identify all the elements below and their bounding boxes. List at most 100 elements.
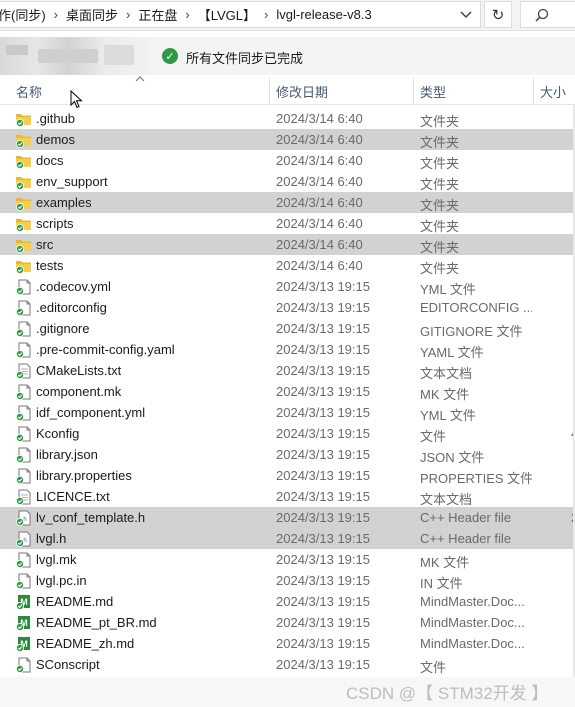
file-row[interactable]: docs 2024/3/14 6:40 文件夹 xyxy=(0,150,575,171)
file-row[interactable]: SConscript 2024/3/13 19:15 文件 xyxy=(0,654,575,675)
file-type: YAML 文件 xyxy=(420,345,484,360)
sort-up-icon xyxy=(135,74,145,84)
file-date: 2024/3/13 19:15 xyxy=(276,510,370,525)
file-type: MindMaster.Doc... xyxy=(420,594,525,609)
breadcrumb-item[interactable]: 作(同步) xyxy=(0,5,52,24)
file-type: 文本文档 xyxy=(420,366,473,381)
file-type: 文件夹 xyxy=(420,219,460,234)
refresh-icon: ↻ xyxy=(491,6,505,24)
file-icon xyxy=(15,552,32,568)
mindmaster-file-icon: M xyxy=(15,594,32,610)
file-row[interactable]: library.properties 2024/3/13 19:15 PROPERT… xyxy=(0,465,575,486)
file-row[interactable]: .github 2024/3/14 6:40 文件夹 xyxy=(0,108,575,129)
file-row[interactable]: env_support 2024/3/14 6:40 文件夹 xyxy=(0,171,575,192)
file-row[interactable]: idf_component.yml 2024/3/13 19:15 YML 文件 xyxy=(0,402,575,423)
file-name: .codecov.yml xyxy=(36,279,111,294)
file-row[interactable]: M README_pt_BR.md 2024/3/13 19:15 MindMaste… xyxy=(0,612,575,633)
file-row[interactable]: Kconfig2024/3/13 19:15文件4 xyxy=(0,423,575,444)
file-type: MK 文件 xyxy=(420,555,470,570)
file-date: 2024/3/13 19:15 xyxy=(276,489,370,504)
file-row[interactable]: scripts 2024/3/14 6:40 文件夹 xyxy=(0,213,575,234)
file-type: JSON 文件 xyxy=(420,450,485,465)
file-row[interactable]: lvgl.mk 2024/3/13 19:15 MK 文件 xyxy=(0,549,575,570)
file-name: component.mk xyxy=(36,384,122,399)
chevron-right-icon[interactable]: › xyxy=(52,7,60,22)
breadcrumb[interactable]: 作(同步) › 桌面同步 › 正在盘 › 【LVGL】 › lvgl-release-v8.3 xyxy=(0,1,481,28)
file-row[interactable]: M README.md 2024/3/13 19:15 MindMaster.Doc.… xyxy=(0,591,575,612)
file-date: 2024/3/14 6:40 xyxy=(276,258,363,273)
column-date[interactable]: 修改日期 xyxy=(276,82,328,101)
watermark: CSDN @【 STM32开发 】 xyxy=(346,684,549,703)
breadcrumb-item[interactable]: 【LVGL】 xyxy=(192,5,262,24)
file-name: README.md xyxy=(36,594,114,609)
file-icon xyxy=(15,321,32,337)
file-row[interactable]: library.json 2024/3/13 19:15 JSON 文件 xyxy=(0,444,575,465)
mindmaster-file-icon: M xyxy=(15,615,32,631)
file-row[interactable]: CMakeLists.txt 2024/3/13 19:15 文本文档 xyxy=(0,360,575,381)
file-row[interactable]: h lvgl.h 2024/3/13 19:15 C++ Header file xyxy=(0,528,575,549)
file-row[interactable]: .gitignore 2024/3/13 19:15 GITIGNORE 文件 xyxy=(0,318,575,339)
column-type[interactable]: 类型 xyxy=(420,82,446,101)
file-row[interactable]: .editorconfig 2024/3/13 19:15 EDITORCONFIG… xyxy=(0,297,575,318)
breadcrumb-item[interactable]: 桌面同步 xyxy=(60,5,124,24)
file-row[interactable]: lvgl.pc.in 2024/3/13 19:15 IN 文件 xyxy=(0,570,575,591)
file-row[interactable]: src 2024/3/14 6:40 文件夹 xyxy=(0,234,575,255)
file-name: SConscript xyxy=(36,657,100,672)
file-row[interactable]: component.mk 2024/3/13 19:15 MK 文件 xyxy=(0,381,575,402)
search-input[interactable] xyxy=(520,1,575,28)
file-row[interactable]: LICENCE.txt 2024/3/13 19:15 文本文档 xyxy=(0,486,575,507)
sync-status-text: 所有文件同步已完成 xyxy=(186,51,304,66)
folder-icon xyxy=(15,258,32,274)
header-file-icon: h xyxy=(15,510,32,526)
column-size[interactable]: 大小 xyxy=(540,82,566,101)
file-name: .gitignore xyxy=(36,321,90,336)
header-file-icon: h xyxy=(15,531,32,547)
file-date: 2024/3/13 19:15 xyxy=(276,342,370,357)
file-date: 2024/3/13 19:15 xyxy=(276,300,370,315)
file-row[interactable]: .pre-commit-config.yaml 2024/3/13 19:15 YA… xyxy=(0,339,575,360)
file-name: lv_conf_template.h xyxy=(36,510,146,525)
file-row[interactable]: M README_zh.md 2024/3/13 19:15 MindMaster.D… xyxy=(0,633,575,654)
chevron-right-icon[interactable]: › xyxy=(183,7,191,22)
file-date: 2024/3/13 19:15 xyxy=(276,405,370,420)
chevron-right-icon[interactable]: › xyxy=(262,7,270,22)
file-type: 文件夹 xyxy=(420,198,460,213)
chevron-down-icon[interactable] xyxy=(457,6,475,24)
file-row[interactable]: tests 2024/3/14 6:40 文件夹 xyxy=(0,255,575,276)
breadcrumb-item[interactable]: lvgl-release-v8.3 xyxy=(270,7,377,22)
file-date: 2024/3/14 6:40 xyxy=(276,153,363,168)
column-name[interactable]: 名称 xyxy=(16,82,42,101)
folder-icon xyxy=(15,132,32,148)
file-name: library.json xyxy=(36,447,98,462)
file-name: tests xyxy=(36,258,64,273)
file-row[interactable]: .codecov.yml 2024/3/13 19:15 YML 文件 xyxy=(0,276,575,297)
file-icon xyxy=(15,468,32,484)
file-type: 文件 xyxy=(420,429,447,444)
sync-banner: ✓ 所有文件同步已完成 xyxy=(0,37,575,75)
file-type: 文件夹 xyxy=(420,135,460,150)
file-name: Kconfig xyxy=(36,426,80,441)
file-type: 文本文档 xyxy=(420,492,473,507)
file-name: examples xyxy=(36,195,92,210)
text-file-icon xyxy=(15,363,32,379)
file-icon xyxy=(15,657,32,673)
file-type: 文件 xyxy=(420,660,447,675)
file-row[interactable]: examples 2024/3/14 6:40 文件夹 xyxy=(0,192,575,213)
file-type: 文件夹 xyxy=(420,114,460,129)
file-icon xyxy=(15,342,32,358)
file-row[interactable]: h lv_conf_template.h 2024/3/13 19:15 C++ He… xyxy=(0,507,575,528)
file-type: 文件夹 xyxy=(420,261,460,276)
file-type: IN 文件 xyxy=(420,576,463,591)
file-type: 文件夹 xyxy=(420,240,460,255)
blurred-area xyxy=(0,37,150,75)
refresh-button[interactable]: ↻ xyxy=(484,1,512,28)
breadcrumb-item[interactable]: 正在盘 xyxy=(132,5,183,24)
file-row[interactable]: demos 2024/3/14 6:40 文件夹 xyxy=(0,129,575,150)
file-icon xyxy=(15,447,32,463)
file-type: 文件夹 xyxy=(420,156,460,171)
file-date: 2024/3/14 6:40 xyxy=(276,237,363,252)
file-type: EDITORCONFIG ... xyxy=(420,300,532,315)
search-icon xyxy=(535,8,549,22)
chevron-right-icon[interactable]: › xyxy=(124,7,132,22)
file-icon xyxy=(15,405,32,421)
